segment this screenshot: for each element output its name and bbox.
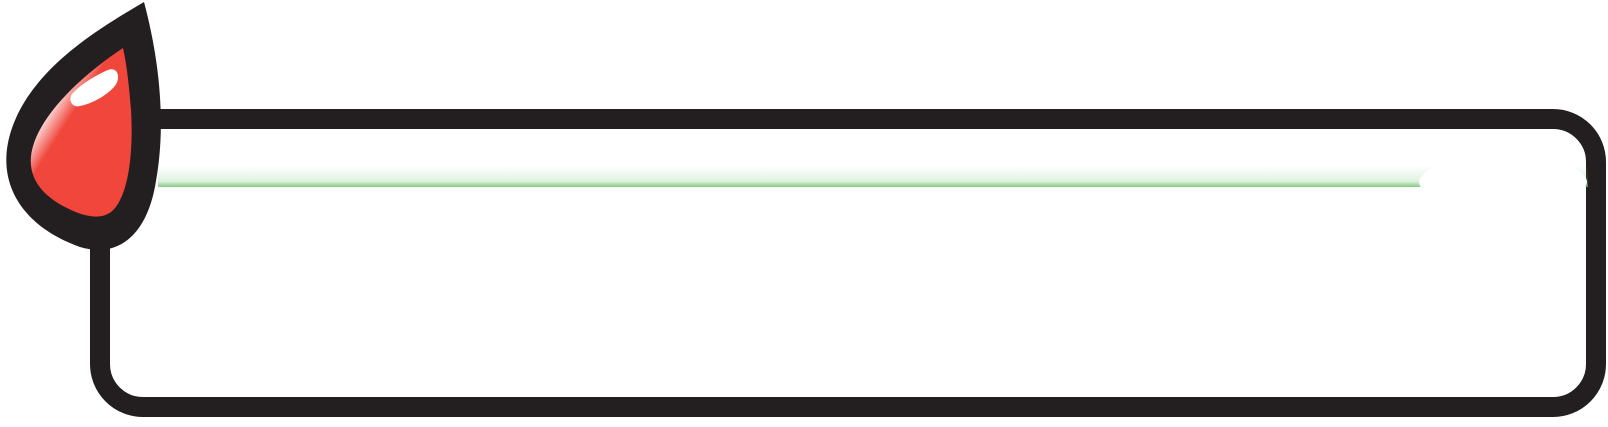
banner-graphic — [0, 0, 1608, 427]
banner-svg — [6, 2, 1606, 417]
frame-outline — [90, 109, 1606, 417]
gloss-highlight — [1419, 157, 1587, 207]
accent-band — [158, 166, 1588, 187]
